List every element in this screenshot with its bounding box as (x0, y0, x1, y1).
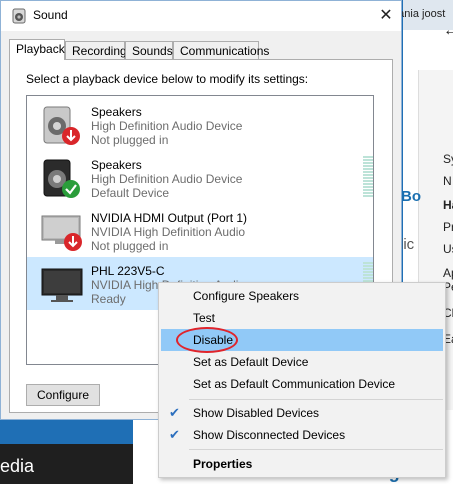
menu-item-configure-speakers[interactable]: Configure Speakers (161, 285, 443, 307)
device-status: Ready (91, 292, 126, 306)
instruction-text: Select a playback device below to modify… (26, 72, 309, 86)
background-item[interactable]: N (443, 174, 452, 188)
background-item[interactable]: Ap (443, 266, 453, 280)
monitor-icon (41, 215, 82, 251)
menu-item-label: Set as Default Communication Device (193, 377, 396, 391)
menu-item-test[interactable]: Test (161, 307, 443, 329)
speaker-icon (43, 106, 80, 145)
background-item[interactable]: Ha (443, 198, 453, 212)
speaker-app-icon (12, 8, 26, 24)
background-item[interactable]: Pr (443, 220, 453, 234)
menu-item-set-default[interactable]: Set as Default Device (161, 351, 443, 373)
tab-sounds[interactable]: Sounds (125, 41, 173, 59)
background-back-arrow-icon[interactable]: ← (443, 22, 453, 40)
close-button[interactable]: ✕ (373, 4, 399, 28)
window-title: Sound (33, 8, 68, 22)
background-heading: Bo (401, 188, 421, 205)
menu-item-label: Test (193, 311, 216, 325)
menu-item-set-default-communication[interactable]: Set as Default Communication Device (161, 373, 443, 395)
menu-item-label: Show Disabled Devices (193, 406, 320, 420)
menu-item-show-disconnected[interactable]: ✔ Show Disconnected Devices (161, 424, 443, 446)
menu-item-label: Properties (193, 457, 253, 471)
device-name: PHL 223V5-C (91, 264, 165, 278)
device-item[interactable]: Speakers High Definition Audio Device No… (27, 98, 373, 151)
device-status: Default Device (91, 186, 170, 200)
menu-item-show-disabled[interactable]: ✔ Show Disabled Devices (161, 402, 443, 424)
menu-separator (189, 399, 443, 400)
device-item[interactable]: NVIDIA HDMI Output (Port 1) NVIDIA High … (27, 204, 373, 257)
menu-item-label: Set as Default Device (193, 355, 309, 369)
configure-button[interactable]: Configure (26, 384, 100, 406)
device-description: NVIDIA High Definition Audio (91, 225, 246, 239)
background-text: lic (400, 236, 415, 253)
menu-item-properties[interactable]: Properties (161, 453, 443, 475)
tab-communications[interactable]: Communications (173, 41, 269, 59)
background-item[interactable]: Sy (443, 152, 453, 166)
monitor-icon (41, 268, 83, 302)
tab-playback[interactable]: Playback (9, 39, 65, 60)
device-description: High Definition Audio Device (91, 119, 243, 133)
menu-item-label: Configure Speakers (193, 289, 300, 303)
speaker-icon (43, 159, 80, 198)
checkmark-icon: ✔ (169, 405, 180, 420)
context-menu: Configure Speakers Test Disable Set as D… (158, 282, 446, 478)
background-item[interactable]: Us (443, 242, 453, 256)
device-name: Speakers (91, 105, 142, 119)
device-item[interactable]: Speakers High Definition Audio Device De… (27, 151, 373, 204)
device-status: Not plugged in (91, 133, 169, 147)
menu-item-label: Show Disconnected Devices (193, 428, 346, 442)
checkmark-icon: ✔ (169, 427, 180, 442)
background-dark-text: edia (0, 456, 35, 476)
volume-meter (363, 156, 373, 200)
device-description: High Definition Audio Device (91, 172, 243, 186)
menu-separator (189, 449, 443, 450)
annotation-circle (176, 327, 238, 353)
device-name: NVIDIA HDMI Output (Port 1) (91, 211, 248, 225)
tab-recording[interactable]: Recording (65, 41, 127, 59)
device-name: Speakers (91, 158, 142, 172)
device-status: Not plugged in (91, 239, 169, 253)
title-bar[interactable]: Sound ✕ (1, 1, 401, 31)
